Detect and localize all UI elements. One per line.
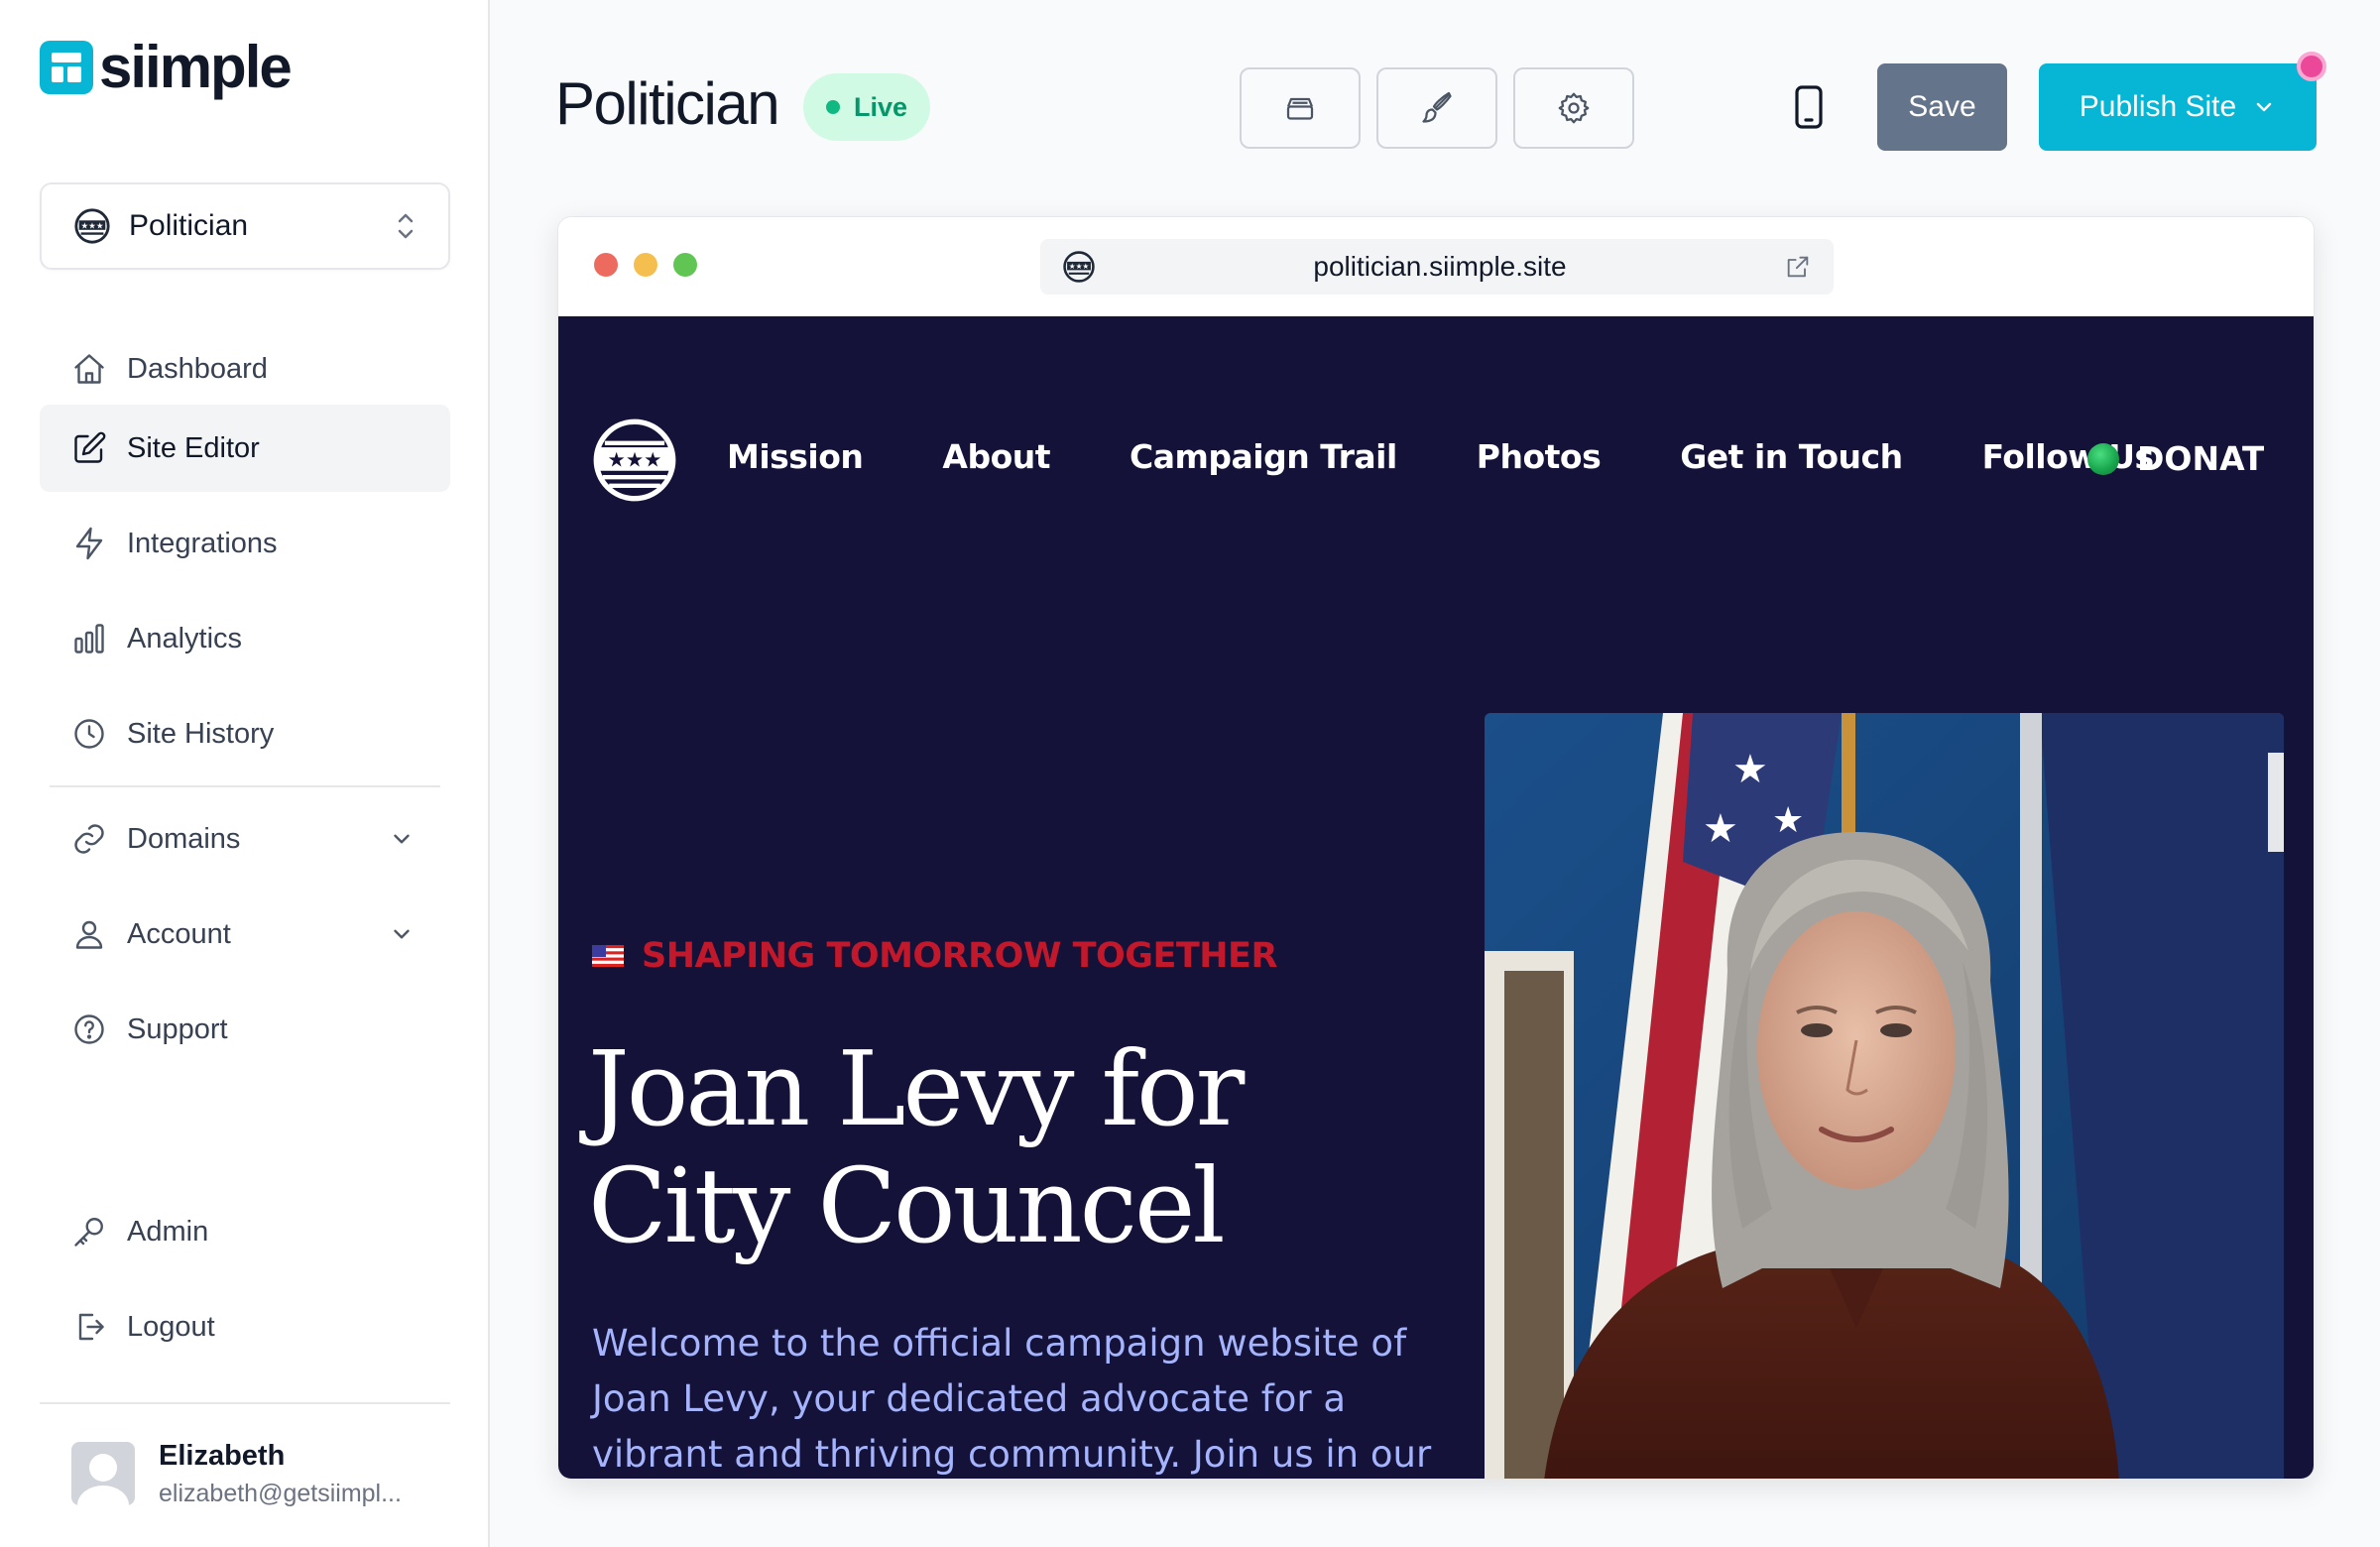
tagline-text: SHAPING TOMORROW TOGETHER xyxy=(642,936,1277,976)
clock-icon xyxy=(74,719,104,749)
home-icon xyxy=(74,354,104,384)
sidebar-item-label: Site History xyxy=(127,717,275,750)
design-button[interactable] xyxy=(1376,67,1497,149)
site-nav: Mission About Campaign Trail Photos Get … xyxy=(727,437,2233,476)
headline-line-2: City Councel xyxy=(588,1145,1226,1266)
site-intro: Welcome to the official campaign website… xyxy=(592,1322,1432,1476)
sidebar-item-site-history[interactable]: Site History xyxy=(40,690,450,777)
window-minimize-dot xyxy=(634,253,657,277)
page-title: Politician xyxy=(555,70,780,137)
layers-icon xyxy=(1286,97,1314,120)
brand-name: siimple xyxy=(99,34,293,100)
nav-divider xyxy=(50,785,440,787)
sidebar-item-label: Domains xyxy=(127,822,241,855)
headline-line-1: Joan Levy for xyxy=(588,1028,1245,1149)
us-flag-icon xyxy=(592,945,624,967)
sidebar-item-label: Admin xyxy=(127,1215,209,1248)
help-circle-icon xyxy=(74,1014,104,1044)
browser-chrome: ★★★ politician.siimple.site xyxy=(558,217,2314,316)
chevron-down-icon xyxy=(394,834,410,844)
url-text: politician.siimple.site xyxy=(1313,251,1567,282)
external-link-icon[interactable] xyxy=(1784,253,1812,281)
status-badge: Live xyxy=(803,73,930,141)
user-profile[interactable]: Elizabeth elizabeth@getsiimpl... xyxy=(40,1402,450,1547)
url-bar[interactable]: ★★★ politician.siimple.site xyxy=(1040,239,1834,295)
user-name: Elizabeth xyxy=(159,1440,286,1472)
sidebar-item-support[interactable]: Support xyxy=(40,986,450,1073)
logo-icon xyxy=(40,41,93,94)
user-email: elizabeth@getsiimpl... xyxy=(159,1480,402,1507)
save-button[interactable]: Save xyxy=(1877,63,2007,151)
sidebar-item-dashboard[interactable]: Dashboard xyxy=(40,325,450,413)
svg-text:★: ★ xyxy=(1732,747,1768,792)
site-preview-window: ★★★ politician.siimple.site ★★★ Mission … xyxy=(557,216,2315,1480)
sidebar-item-label: Account xyxy=(127,917,231,950)
site-nav-about[interactable]: About xyxy=(942,437,1050,476)
site-hero: ★★★ Mission About Campaign Trail Photos … xyxy=(558,316,2314,1479)
chevron-down-icon xyxy=(394,929,410,939)
sidebar-item-label: Support xyxy=(127,1012,228,1045)
svg-text:★★★: ★★★ xyxy=(1069,262,1090,271)
edit-icon xyxy=(74,431,106,463)
sidebar-item-site-editor[interactable]: Site Editor xyxy=(40,405,450,492)
site-selector-label: Politician xyxy=(129,209,249,242)
publish-site-button[interactable]: Publish Site xyxy=(2039,63,2317,151)
sidebar: siimple ★★★ Politician Dashboard Site Ed… xyxy=(0,0,490,1547)
avatar xyxy=(71,1442,135,1505)
chart-bars-icon xyxy=(74,624,104,654)
status-label: Live xyxy=(853,91,908,122)
settings-button[interactable] xyxy=(1513,67,1634,149)
sidebar-item-label: Site Editor xyxy=(127,431,260,464)
paintbrush-icon xyxy=(1422,91,1452,123)
publish-label: Publish Site xyxy=(2079,90,2237,123)
sidebar-item-admin[interactable]: Admin xyxy=(40,1188,450,1275)
svg-text:★★★: ★★★ xyxy=(81,221,104,231)
site-tagline: SHAPING TOMORROW TOGETHER xyxy=(592,936,1277,976)
site-selector[interactable]: ★★★ Politician xyxy=(40,182,450,270)
candidate-portrait: ★ ★ ★ xyxy=(1485,713,2284,1479)
site-nav-campaign-trail[interactable]: Campaign Trail xyxy=(1130,437,1397,476)
brand-logo[interactable]: siimple xyxy=(40,34,293,100)
sidebar-item-logout[interactable]: Logout xyxy=(40,1283,450,1370)
site-nav-photos[interactable]: Photos xyxy=(1477,437,1602,476)
user-icon xyxy=(75,920,103,949)
sidebar-item-integrations[interactable]: Integrations xyxy=(40,500,450,587)
notification-dot xyxy=(2297,52,2326,81)
mobile-preview-icon[interactable] xyxy=(1791,85,1827,129)
sidebar-item-label: Logout xyxy=(127,1310,215,1343)
sidebar-item-account[interactable]: Account xyxy=(40,891,450,978)
status-dot-icon xyxy=(825,100,840,114)
green-circle-icon xyxy=(2087,442,2119,475)
site-favicon-icon: ★★★ xyxy=(1063,251,1095,283)
window-maximize-dot xyxy=(673,253,697,277)
sections-button[interactable] xyxy=(1240,67,1361,149)
nav-overflow-mask xyxy=(2264,425,2314,505)
svg-text:★★★: ★★★ xyxy=(608,447,662,471)
campaign-logo-icon[interactable]: ★★★ xyxy=(592,417,677,503)
svg-text:★: ★ xyxy=(1772,800,1804,841)
gear-icon xyxy=(1558,92,1590,124)
sidebar-item-label: Analytics xyxy=(127,622,243,654)
sidebar-item-label: Dashboard xyxy=(127,352,268,385)
window-close-dot xyxy=(594,253,618,277)
logout-icon xyxy=(78,1313,104,1341)
lightning-icon xyxy=(75,527,103,560)
chevron-up-down-icon xyxy=(398,213,414,239)
site-nav-get-in-touch[interactable]: Get in Touch xyxy=(1680,437,1903,476)
site-nav-mission[interactable]: Mission xyxy=(727,437,864,476)
key-icon xyxy=(74,1218,103,1247)
site-headline: Joan Levy for City Councel xyxy=(588,1030,1282,1264)
sidebar-item-label: Integrations xyxy=(127,527,278,559)
svg-text:★: ★ xyxy=(1703,806,1738,852)
sidebar-item-domains[interactable]: Domains xyxy=(40,795,450,883)
chevron-down-icon xyxy=(2257,102,2272,112)
link-icon xyxy=(74,824,104,854)
sidebar-item-analytics[interactable]: Analytics xyxy=(40,595,450,682)
site-emblem-icon: ★★★ xyxy=(74,208,110,244)
